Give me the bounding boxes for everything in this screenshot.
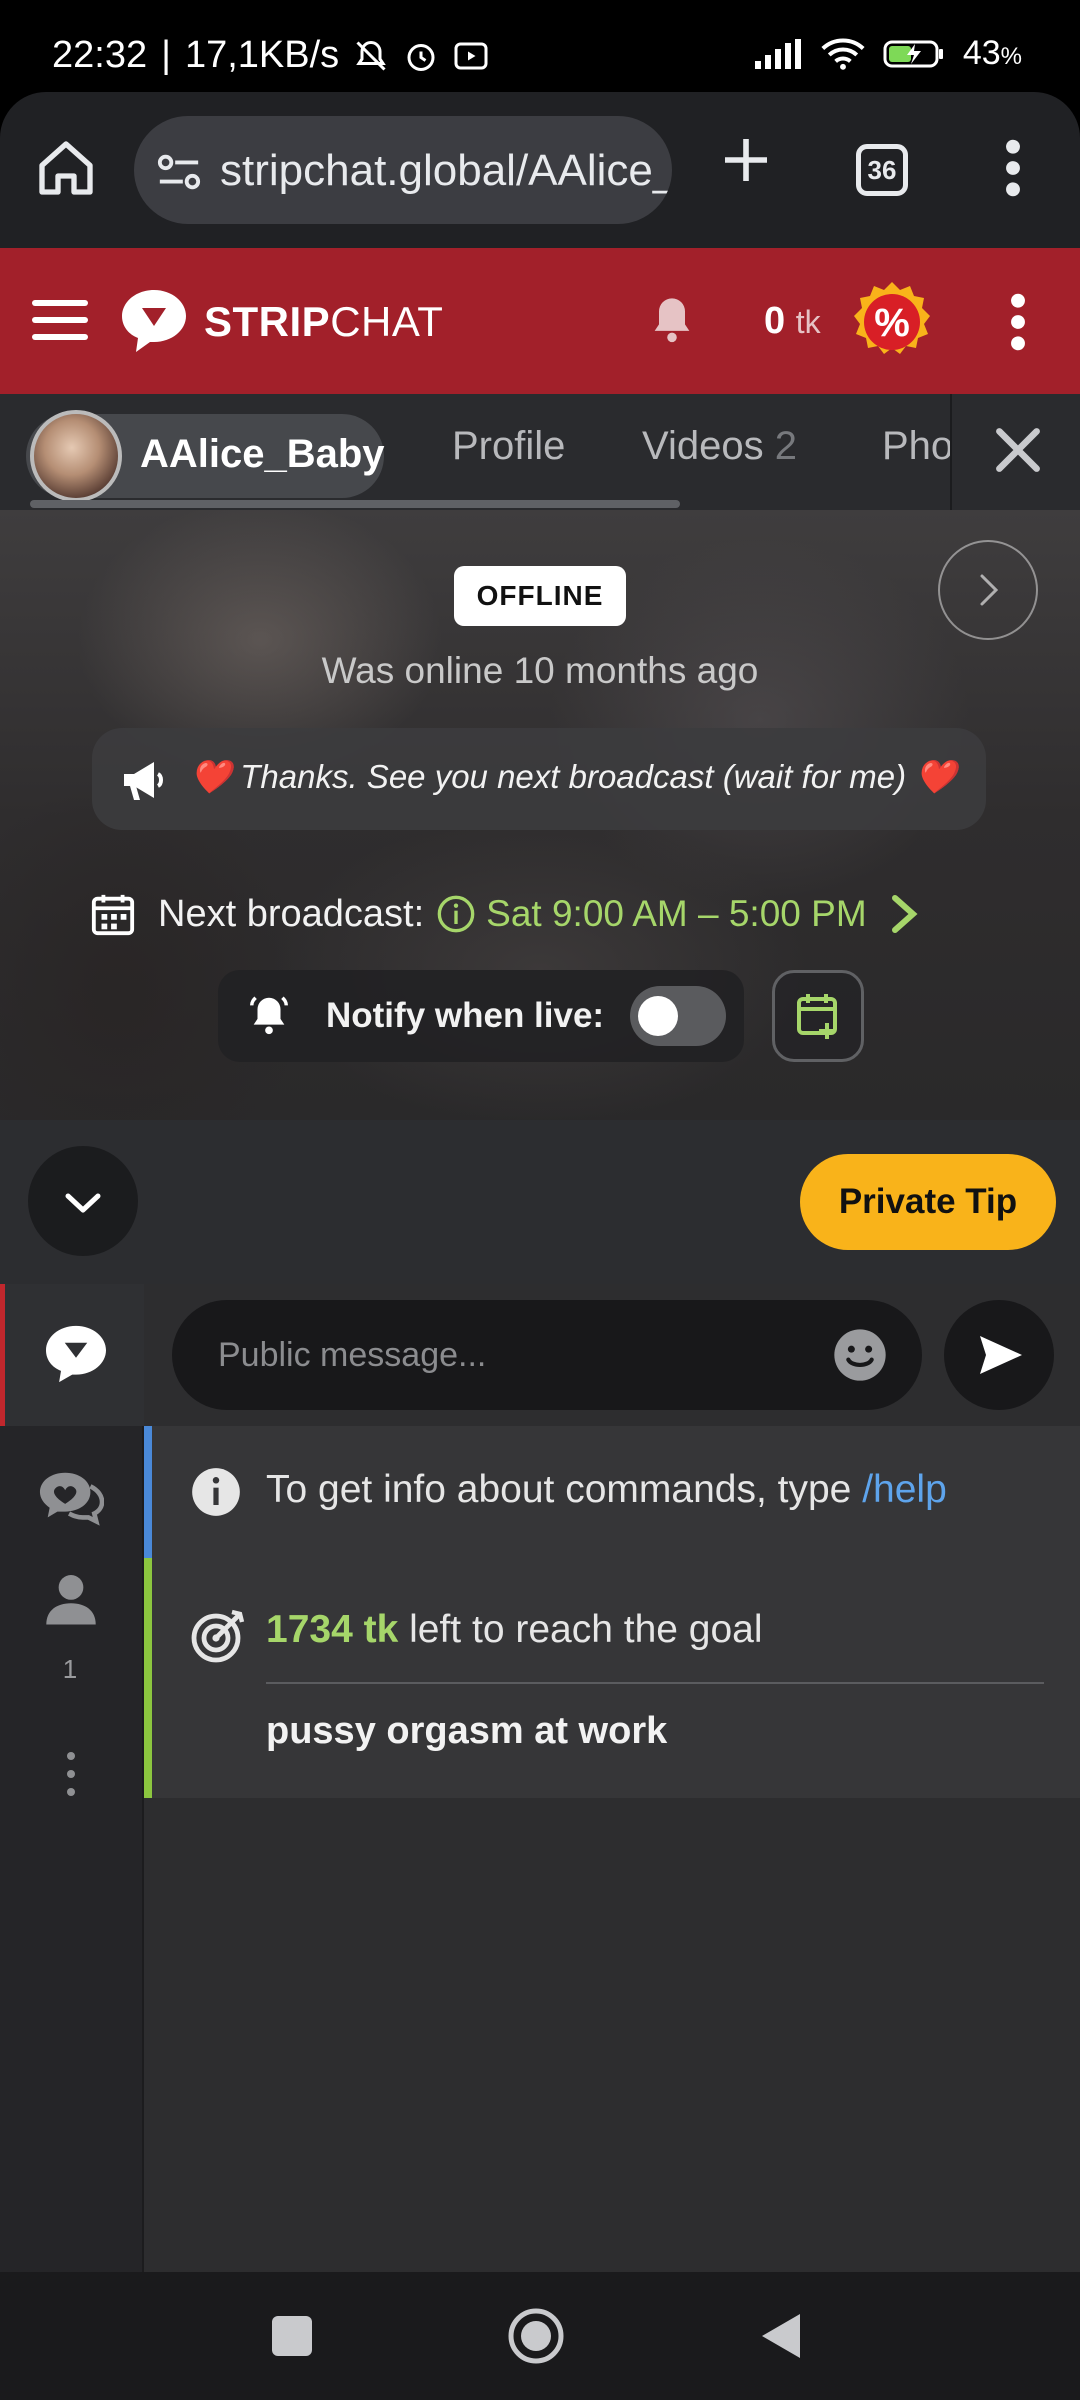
megaphone-icon [124, 762, 163, 800]
send-icon [980, 1336, 1022, 1374]
username: AAlice_Baby [140, 432, 385, 476]
tab-videos[interactable]: Videos 2 [642, 424, 797, 469]
calendar-add-icon [797, 994, 837, 1039]
svg-text:%: % [874, 301, 910, 345]
site-settings-icon[interactable] [156, 152, 202, 192]
player-controls: Private Tip [0, 1120, 1080, 1284]
browser-menu-icon[interactable] [998, 136, 1028, 200]
user-chip[interactable]: AAlice_Baby [26, 410, 385, 502]
send-button[interactable] [944, 1300, 1054, 1410]
emoji-icon[interactable] [832, 1327, 888, 1383]
target-icon [191, 1609, 245, 1663]
alarm-icon [407, 43, 435, 71]
bell-off-icon [356, 40, 386, 71]
address-bar[interactable]: stripchat.global/AAlice_Baby [134, 116, 672, 224]
info-icon[interactable] [436, 894, 476, 934]
next-broadcast-row[interactable]: Next broadcast: Sat 9:00 AM – 5:00 PM [90, 886, 919, 942]
chat-side-rail: 1 [0, 1284, 144, 2272]
add-to-calendar-button[interactable] [772, 970, 864, 1062]
private-chats-icon[interactable] [38, 1468, 104, 1528]
android-nav-bar [0, 2272, 1080, 2400]
battery-level: 43 [962, 34, 1001, 72]
goal-progress-text: 1734 tk left to reach the goal [266, 1608, 763, 1651]
tabs-scroller[interactable]: AAlice_Baby Profile Videos 2 Photos [0, 394, 950, 510]
chevron-down-icon [65, 1193, 101, 1213]
tab-switcher-button[interactable]: 36 [856, 144, 908, 196]
token-balance[interactable]: 0 tk [764, 300, 821, 343]
avatar [30, 410, 122, 502]
next-broadcast-label: Next broadcast: [158, 892, 425, 935]
notify-toggle[interactable] [630, 986, 726, 1046]
tab-photos[interactable]: Photos [882, 424, 950, 469]
collapse-button[interactable] [28, 1146, 138, 1256]
tabs-scroll-indicator [30, 500, 680, 508]
private-tip-button[interactable]: Private Tip [800, 1154, 1056, 1250]
more-options-icon[interactable] [38, 1744, 104, 1804]
status-bar-left: 22:32 | 17,1KB/s [52, 34, 489, 77]
status-bar-right: 43% [754, 34, 1022, 73]
browser-toolbar: stripchat.global/AAlice_Baby 36 [0, 92, 1080, 248]
status-badge: OFFLINE [454, 566, 626, 626]
new-tab-icon[interactable] [718, 132, 774, 188]
chevron-right-icon [980, 574, 999, 606]
users-icon[interactable] [38, 1568, 104, 1628]
public-chat-icon [46, 1325, 106, 1383]
home-nav-icon[interactable] [506, 2306, 566, 2366]
rail-public-chat[interactable] [0, 1284, 144, 1426]
tabs-divider [950, 394, 952, 510]
goal-message: 1734 tk left to reach the goal pussy org… [144, 1558, 1080, 1798]
announcement-banner: ❤️ Thanks. See you next broadcast (wait … [92, 728, 986, 830]
public-message-input[interactable] [218, 1330, 778, 1380]
header-more-icon[interactable] [1004, 290, 1032, 354]
last-seen-text: Was online 10 months ago [321, 650, 759, 691]
wifi-icon [821, 37, 865, 70]
status-bar: 22:32 | 17,1KB/s 43% [0, 0, 1080, 92]
info-message-text: To get info about commands, type /help [266, 1468, 947, 1511]
chevron-right-icon [891, 895, 918, 933]
calendar-icon [91, 894, 135, 936]
site-header: STRIPCHAT 0 tk % [0, 248, 1080, 394]
chat-panel: 1 To get info about commands, type /help… [0, 1284, 1080, 2272]
notify-label: Notify when live: [326, 996, 605, 1035]
signal-icon [754, 38, 801, 69]
goal-remaining-amount: 1734 tk [266, 1608, 399, 1651]
tab-profile[interactable]: Profile [452, 424, 565, 469]
toggle-knob [638, 996, 678, 1036]
recents-icon[interactable] [262, 2306, 322, 2366]
hamburger-menu-icon[interactable] [32, 294, 88, 346]
info-icon [192, 1468, 240, 1516]
clock: 22:32 [52, 34, 148, 76]
network-speed: 17,1KB/s [184, 34, 340, 76]
videos-count: 2 [774, 424, 797, 468]
profile-tabs-bar: AAlice_Baby Profile Videos 2 Photos [0, 394, 1080, 510]
notifications-bell-icon[interactable] [646, 294, 698, 346]
close-icon[interactable] [990, 422, 1046, 478]
goal-divider [266, 1682, 1044, 1684]
url-text[interactable]: stripchat.global/AAlice_Baby [220, 146, 672, 196]
announcement-text: ❤️ Thanks. See you next broadcast (wait … [190, 758, 957, 795]
notify-when-live: Notify when live: [218, 970, 744, 1062]
users-count: 1 [62, 1654, 78, 1684]
system-info-message: To get info about commands, type /help [144, 1426, 1080, 1558]
back-icon[interactable] [752, 2306, 812, 2366]
bell-ring-icon [250, 996, 288, 1035]
discount-badge-icon[interactable]: % [850, 280, 934, 364]
next-broadcast-time: Sat 9:00 AM – 5:00 PM [486, 893, 867, 934]
help-command-link[interactable]: /help [862, 1468, 947, 1511]
battery-charging-icon [883, 40, 943, 67]
logo-icon[interactable] [120, 288, 188, 354]
logo-wordmark[interactable]: STRIPCHAT [204, 298, 443, 346]
cast-icon [454, 42, 488, 69]
home-icon[interactable] [34, 136, 98, 200]
public-message-field[interactable] [172, 1300, 922, 1410]
next-model-button[interactable] [938, 540, 1038, 640]
goal-name: pussy orgasm at work [266, 1710, 668, 1752]
offline-hero: OFFLINE Was online 10 months ago ❤️ Than… [0, 510, 1080, 1120]
